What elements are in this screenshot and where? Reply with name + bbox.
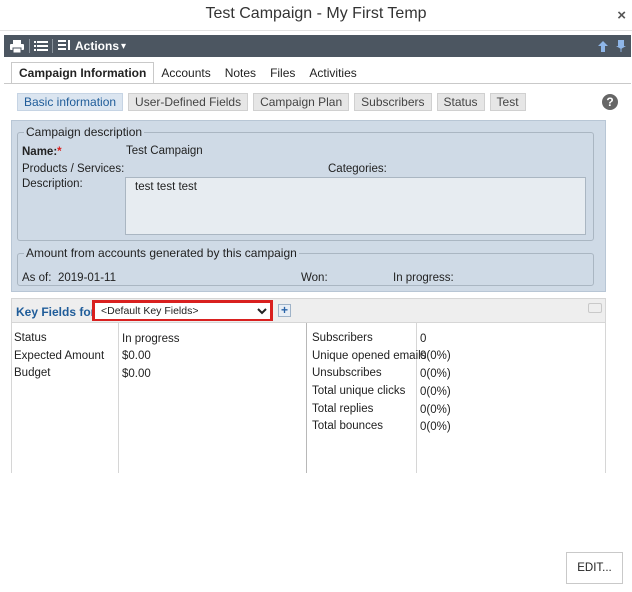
tab-notes[interactable]: Notes	[218, 63, 263, 83]
window-title: Test Campaign - My First Temp	[205, 5, 427, 22]
kf-right-label: Unsubscribes	[312, 367, 382, 379]
tab-files[interactable]: Files	[263, 63, 302, 83]
kf-right-label: Subscribers	[312, 332, 373, 344]
campaign-info-panel: Campaign description Name:* Test Campaig…	[11, 120, 606, 292]
kf-left-value: $0.00	[122, 368, 151, 380]
key-fields-select[interactable]: <Default Key Fields>	[95, 303, 270, 319]
tab-campaign-information[interactable]: Campaign Information	[11, 62, 155, 83]
key-fields-bar: Key Fields for: <Default Key Fields> +	[11, 298, 606, 323]
kf-right-value: 0(0%)	[420, 350, 451, 362]
description-label: Description:	[22, 178, 83, 190]
kf-right-value: 0(0%)	[420, 421, 451, 433]
description-field[interactable]: test test test	[125, 177, 586, 235]
chevron-down-icon: ▾	[121, 40, 127, 52]
tabs-divider	[4, 83, 631, 84]
subtab-subscribers[interactable]: Subscribers	[354, 93, 432, 111]
kf-left-value: $0.00	[122, 350, 151, 362]
kf-right-value: 0(0%)	[420, 386, 451, 398]
name-label: Name:*	[22, 146, 62, 158]
actions-menu[interactable]: Actions ▾	[58, 38, 126, 54]
name-label-text: Name:	[22, 146, 58, 158]
kf-right-label: Total unique clicks	[312, 385, 406, 397]
categories-label: Categories:	[328, 163, 387, 175]
products-label: Products / Services:	[22, 163, 125, 175]
kf-left-label: Budget	[14, 367, 51, 379]
add-key-field-button[interactable]: +	[278, 304, 291, 317]
key-fields-select-highlight: <Default Key Fields>	[92, 300, 273, 321]
up-arrow-icon[interactable]	[598, 38, 608, 54]
toolbar: Actions ▾	[4, 35, 631, 57]
print-icon[interactable]	[10, 38, 24, 54]
in-progress-label: In progress:	[393, 272, 454, 284]
subtab-campaign-plan[interactable]: Campaign Plan	[253, 93, 350, 111]
columns-icon	[58, 39, 71, 54]
as-of-label: As of:	[22, 272, 52, 284]
kf-right-label: Total bounces	[312, 420, 383, 432]
kf-right-value: 0(0%)	[420, 368, 451, 380]
subtab-user-defined-fields[interactable]: User-Defined Fields	[128, 93, 249, 111]
actions-label: Actions	[75, 39, 120, 53]
amount-legend: Amount from accounts generated by this c…	[26, 246, 297, 260]
close-icon[interactable]: ×	[617, 7, 626, 24]
amount-group: Amount from accounts generated by this c…	[17, 246, 594, 286]
column-divider	[118, 323, 119, 473]
subtab-status[interactable]: Status	[436, 93, 485, 111]
main-tabs: Campaign Information Accounts Notes File…	[11, 62, 364, 83]
kf-right-label: Unique opened emails	[312, 350, 427, 362]
subtab-test[interactable]: Test	[489, 93, 526, 111]
column-divider	[306, 323, 307, 473]
tab-accounts[interactable]: Accounts	[154, 63, 217, 83]
subtab-basic-information[interactable]: Basic information	[17, 93, 124, 111]
list-icon[interactable]	[34, 38, 48, 54]
won-label: Won:	[301, 272, 328, 284]
name-value: Test Campaign	[126, 145, 203, 157]
window-titlebar: Test Campaign - My First Temp ×	[0, 0, 632, 31]
tab-activities[interactable]: Activities	[302, 63, 363, 83]
kf-right-label: Total replies	[312, 403, 374, 415]
kf-right-value: 0(0%)	[420, 404, 451, 416]
kf-right-value: 0	[420, 333, 427, 345]
collapse-icon[interactable]	[588, 303, 602, 313]
column-divider	[416, 323, 417, 473]
kf-left-label: Expected Amount	[14, 350, 105, 362]
help-icon[interactable]: ?	[602, 94, 618, 110]
sub-tabs: Basic information User-Defined Fields Ca…	[17, 93, 526, 111]
as-of-value: 2019-01-11	[58, 272, 116, 284]
kf-left-value: In progress	[122, 333, 180, 345]
key-fields-label: Key Fields for:	[16, 305, 100, 319]
key-fields-table	[11, 323, 606, 473]
pin-icon[interactable]	[616, 38, 626, 54]
required-mark: *	[57, 146, 62, 158]
campaign-description-legend: Campaign description	[26, 125, 143, 139]
campaign-description-group: Campaign description Name:* Test Campaig…	[17, 125, 594, 241]
edit-button[interactable]: EDIT...	[566, 552, 623, 584]
kf-left-label: Status	[14, 332, 47, 344]
